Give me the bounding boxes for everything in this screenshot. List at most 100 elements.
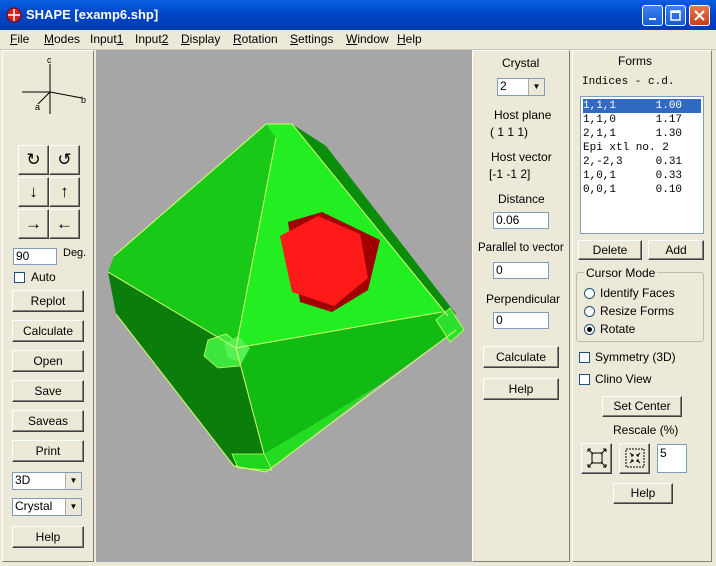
axes-orientation-icon: c a b: [22, 55, 86, 114]
axis-b-label: b: [81, 95, 86, 105]
expand-icon: [587, 448, 606, 468]
shrink-button[interactable]: [619, 443, 650, 474]
symmetry-checkbox[interactable]: [579, 352, 590, 363]
symmetry-label: Symmetry (3D): [595, 350, 676, 364]
calculate-button[interactable]: Calculate: [12, 320, 84, 342]
arrow-down-icon: ↓: [29, 182, 38, 201]
chevron-down-icon: ▼: [528, 79, 544, 95]
middle-calculate-button[interactable]: Calculate: [483, 346, 559, 368]
rotate-counterclockwise-button[interactable]: ↺: [49, 145, 80, 175]
crystal-drawing[interactable]: [96, 50, 472, 562]
menu-file-rest: ile: [17, 32, 30, 46]
parallel-input[interactable]: 0: [493, 262, 549, 279]
crystal-select[interactable]: 2 ▼: [497, 78, 545, 96]
menu-file[interactable]: File: [10, 32, 29, 46]
saveas-button[interactable]: Saveas: [12, 410, 84, 432]
menu-help[interactable]: Help: [397, 32, 422, 46]
replot-button[interactable]: Replot: [12, 290, 84, 312]
menu-help-rest: elp: [405, 32, 422, 46]
menu-modes[interactable]: Modes: [44, 32, 80, 46]
add-form-button[interactable]: Add: [648, 240, 704, 260]
crystal-viewport[interactable]: [96, 50, 472, 562]
list-item[interactable]: 1,1,0 1.17: [583, 113, 701, 127]
menu-window-rest: indow: [357, 32, 389, 46]
rotate-up-button[interactable]: ↑: [49, 177, 80, 207]
axis-a-label: a: [35, 102, 40, 112]
window-title: SHAPE [examp6.shp]: [26, 7, 159, 22]
delete-form-button[interactable]: Delete: [578, 240, 642, 260]
arrow-right-icon: →: [25, 214, 42, 233]
menu-display[interactable]: Display: [181, 32, 220, 46]
rotate-right-button[interactable]: →: [18, 209, 49, 239]
degrees-input[interactable]: 90: [13, 248, 57, 265]
minimize-icon: [648, 18, 656, 20]
perpendicular-input[interactable]: 0: [493, 312, 549, 329]
minimize-button[interactable]: [642, 5, 663, 26]
rotate-cw-icon: ↻: [26, 150, 41, 169]
axis-c-label: c: [47, 55, 52, 65]
display-mode-select[interactable]: 3D ▼: [12, 472, 82, 490]
menu-input1-rest: Input: [90, 32, 117, 46]
list-item[interactable]: 2,1,1 1.30: [583, 127, 701, 141]
right-help-button[interactable]: Help: [613, 483, 673, 504]
host-vector-value: [-1 -1 2]: [489, 167, 531, 181]
menu-input2-rest: Input: [135, 32, 162, 46]
enlarge-button[interactable]: [581, 443, 612, 474]
rotate-down-button[interactable]: ↓: [18, 177, 49, 207]
menu-window[interactable]: Window: [346, 32, 389, 46]
menu-input1[interactable]: Input1: [90, 32, 123, 46]
application-window: SHAPE [examp6.shp] File Modes Input1 Inp…: [0, 0, 716, 566]
close-icon: [694, 10, 705, 21]
chevron-down-icon: ▼: [65, 499, 81, 515]
open-button[interactable]: Open: [12, 350, 84, 372]
forms-list[interactable]: 1,1,1 1.00 1,1,0 1.17 2,1,1 1.30 Epi xtl…: [580, 96, 704, 234]
resize-forms-radio[interactable]: [584, 306, 595, 317]
list-item[interactable]: 1,1,1 1.00: [583, 99, 701, 113]
set-center-button[interactable]: Set Center: [602, 396, 682, 417]
left-help-button[interactable]: Help: [12, 526, 84, 548]
chevron-down-icon: ▼: [65, 473, 81, 489]
distance-input[interactable]: 0.06: [493, 212, 549, 229]
maximize-icon: [670, 10, 681, 21]
auto-label: Auto: [31, 270, 56, 284]
auto-checkbox[interactable]: [14, 272, 25, 283]
indices-header: Indices - c.d.: [582, 76, 675, 88]
host-vector-label: Host vector: [491, 150, 552, 164]
display-mode-value: 3D: [15, 473, 31, 487]
menu-rotation[interactable]: Rotation: [233, 32, 278, 46]
forms-label: Forms: [618, 54, 652, 68]
list-item[interactable]: 1,0,1 0.33: [583, 169, 701, 183]
middle-help-button[interactable]: Help: [483, 378, 559, 400]
arrow-up-icon: ↑: [60, 182, 69, 201]
view-mode-select[interactable]: Crystal ▼: [12, 498, 82, 516]
rescale-input[interactable]: 5: [657, 444, 687, 473]
rotate-left-button[interactable]: ←: [49, 209, 80, 239]
list-item[interactable]: Epi xtl no. 2: [583, 141, 701, 155]
rotate-radio[interactable]: [584, 324, 595, 335]
menu-modes-rest: odes: [54, 32, 81, 46]
clino-view-checkbox[interactable]: [579, 374, 590, 385]
list-item[interactable]: 0,0,1 0.10: [583, 183, 701, 197]
menu-input2[interactable]: Input2: [135, 32, 168, 46]
rotate-clockwise-button[interactable]: ↻: [18, 145, 49, 175]
menu-settings[interactable]: Settings: [290, 32, 333, 46]
app-logo-icon: [6, 7, 22, 23]
title-bar[interactable]: SHAPE [examp6.shp]: [0, 0, 716, 30]
save-button[interactable]: Save: [12, 380, 84, 402]
rotate-label: Rotate: [600, 322, 636, 336]
degrees-label: Deg.: [63, 247, 87, 259]
maximize-button[interactable]: [665, 5, 686, 26]
identify-faces-label: Identify Faces: [600, 286, 675, 300]
resize-forms-label: Resize Forms: [600, 304, 675, 318]
arrow-left-icon: ←: [56, 214, 73, 233]
clino-view-label: Clino View: [595, 372, 652, 386]
rescale-label: Rescale (%): [613, 423, 679, 437]
identify-faces-radio[interactable]: [584, 288, 595, 299]
print-button[interactable]: Print: [12, 440, 84, 462]
view-mode-value: Crystal: [15, 499, 53, 513]
list-item[interactable]: 2,-2,3 0.31: [583, 155, 701, 169]
rotate-ccw-icon: ↺: [57, 150, 72, 169]
host-plane-value: ( 1 1 1): [490, 125, 529, 139]
distance-label: Distance: [498, 192, 545, 206]
close-button[interactable]: [689, 5, 710, 26]
